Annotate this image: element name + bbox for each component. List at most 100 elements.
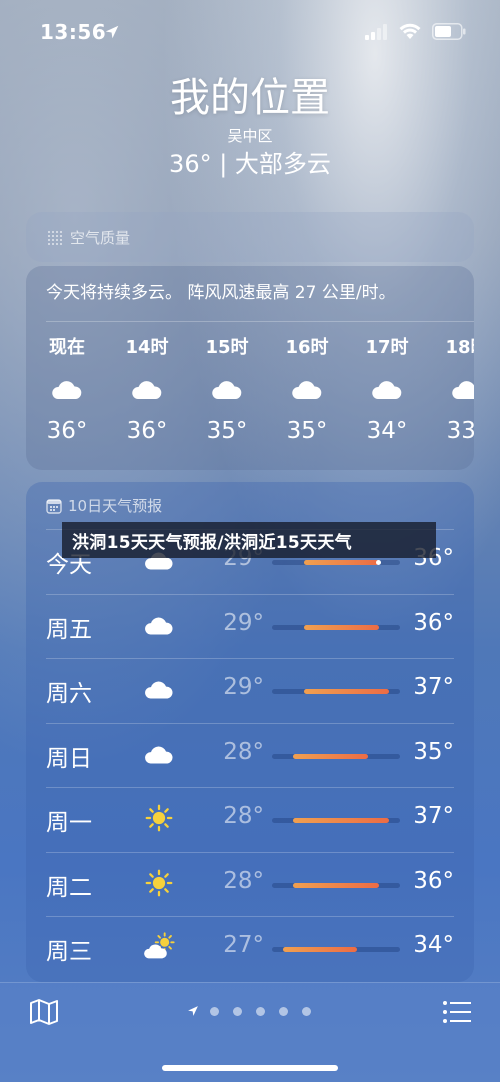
row-divider bbox=[46, 658, 454, 659]
home-indicator[interactable] bbox=[162, 1065, 338, 1071]
row-divider bbox=[46, 787, 454, 788]
hourly-temp: 35° bbox=[206, 418, 248, 444]
hourly-time: 现在 bbox=[49, 337, 85, 358]
current-location-icon bbox=[188, 1006, 198, 1016]
temp-range-track bbox=[272, 560, 400, 565]
battery-icon bbox=[432, 23, 466, 40]
hourly-temp: 36° bbox=[126, 418, 168, 444]
low-temp: 29° bbox=[223, 674, 264, 700]
temp-range-bar bbox=[293, 882, 379, 888]
daily-row[interactable]: 周六 29° 37° bbox=[26, 658, 474, 722]
hourly-item: 16时 35° bbox=[267, 336, 347, 446]
temp-range-bar bbox=[293, 818, 390, 823]
hourly-forecast-card[interactable]: 今天将持续多云。 阵风风速最高 27 公里/时。 现在 36° 14时 36° 15时 3… bbox=[26, 266, 474, 470]
high-temp: 37° bbox=[413, 674, 454, 700]
temp-range-track bbox=[272, 818, 400, 823]
low-temp: 29° bbox=[223, 609, 264, 636]
cloud-icon bbox=[52, 381, 82, 399]
temp-range-track bbox=[272, 624, 400, 630]
high-temp: 35° bbox=[413, 738, 454, 765]
daily-forecast-title: 10日天气预报 bbox=[68, 497, 163, 515]
row-divider bbox=[46, 851, 454, 853]
status-time: 13:56 bbox=[40, 20, 107, 44]
page-dot[interactable] bbox=[256, 1006, 265, 1016]
low-temp: 28° bbox=[223, 738, 264, 765]
hourly-time: 18时 bbox=[445, 337, 474, 358]
daily-row[interactable]: 周三 27° 34° bbox=[26, 916, 474, 980]
page-dot[interactable] bbox=[233, 1006, 242, 1016]
partly-cloudy-icon bbox=[144, 932, 175, 959]
cloud-icon bbox=[292, 381, 322, 399]
hourly-temp: 36° bbox=[46, 418, 88, 444]
page-dot[interactable] bbox=[302, 1006, 311, 1016]
temp-range-track bbox=[272, 689, 400, 694]
list-icon[interactable] bbox=[442, 999, 472, 1025]
divider bbox=[46, 321, 474, 322]
hourly-temp: 35° bbox=[286, 418, 328, 444]
hourly-time: 16时 bbox=[285, 337, 329, 358]
air-quality-card[interactable]: 空气质量 bbox=[26, 212, 474, 262]
cloud-icon bbox=[145, 617, 173, 634]
temp-range-bar bbox=[282, 947, 358, 952]
high-temp: 34° bbox=[413, 932, 454, 958]
district-name: 吴中区 bbox=[227, 127, 273, 145]
hourly-time: 15时 bbox=[205, 337, 249, 358]
cloud-icon bbox=[452, 381, 474, 399]
wifi-icon bbox=[399, 23, 421, 39]
hourly-description: 今天将持续多云。 阵风风速最高 27 公里/时。 bbox=[46, 283, 396, 303]
temp-range-bar bbox=[304, 624, 379, 630]
location-title: 我的位置 bbox=[170, 75, 330, 121]
temp-range-bar bbox=[293, 753, 368, 759]
cloud-icon bbox=[132, 381, 162, 399]
high-temp: 36° bbox=[413, 867, 454, 894]
temp-range-track bbox=[272, 947, 400, 952]
day-label: 周六 bbox=[46, 681, 92, 707]
day-label: 周一 bbox=[46, 810, 92, 836]
day-label: 周二 bbox=[46, 874, 92, 901]
temp-range-bar bbox=[304, 689, 390, 694]
row-divider bbox=[46, 722, 454, 724]
day-label: 周五 bbox=[46, 616, 92, 643]
high-temp: 36° bbox=[413, 609, 454, 636]
daily-row[interactable]: 周二 28° 36° bbox=[26, 851, 474, 916]
cloud-icon bbox=[212, 381, 242, 399]
low-temp: 28° bbox=[223, 867, 264, 894]
location-header: 我的位置 吴中区 36° | 大部多云 bbox=[0, 70, 500, 180]
hourly-item: 15时 35° bbox=[187, 336, 267, 446]
page-dot[interactable] bbox=[279, 1006, 288, 1016]
page-indicator[interactable] bbox=[186, 1003, 325, 1019]
weather-screen: 13:56 我的位置 吴中区 36° | 大部多云 空气质量 今天将持续多云。 … bbox=[0, 0, 500, 1082]
map-icon[interactable] bbox=[28, 997, 60, 1027]
location-arrow-icon bbox=[105, 25, 119, 39]
temp-range-bar bbox=[304, 560, 379, 565]
low-temp: 27° bbox=[223, 932, 264, 958]
status-bar: 13:56 bbox=[0, 20, 500, 50]
sun-icon bbox=[145, 804, 173, 832]
hourly-row[interactable]: 现在 36° 14时 36° 15时 35° 16时 35° 17时 34° 18时 33° bbox=[26, 336, 474, 456]
cloud-icon bbox=[372, 381, 402, 399]
caption-text: 洪洞15天天气预报/洪洞近15天天气 bbox=[72, 533, 352, 553]
high-temp: 37° bbox=[413, 803, 454, 829]
daily-row[interactable]: 周一 28° 37° bbox=[26, 787, 474, 851]
current-temp-dot bbox=[376, 560, 382, 565]
hourly-temp: 34° bbox=[366, 418, 408, 444]
cellular-signal-icon bbox=[365, 24, 387, 40]
hourly-time: 17时 bbox=[365, 337, 409, 358]
hourly-time: 14时 bbox=[125, 337, 169, 358]
air-quality-label: 空气质量 bbox=[70, 229, 131, 247]
hourly-item: 14时 36° bbox=[107, 336, 187, 446]
caption-banner: 洪洞15天天气预报/洪洞近15天天气 bbox=[62, 522, 436, 558]
row-divider bbox=[46, 916, 454, 917]
day-label: 周日 bbox=[46, 745, 92, 772]
hourly-item: 17时 34° bbox=[347, 336, 427, 446]
page-dot[interactable] bbox=[210, 1006, 219, 1016]
cloud-icon bbox=[145, 681, 173, 699]
temp-range-track bbox=[272, 882, 400, 888]
daily-row[interactable]: 周五 29° 36° bbox=[26, 593, 474, 658]
air-quality-header: 空气质量 bbox=[46, 227, 130, 248]
row-divider bbox=[46, 593, 454, 595]
bottom-toolbar bbox=[0, 982, 500, 1082]
temp-range-track bbox=[272, 753, 400, 759]
hourly-temp: 33° bbox=[446, 418, 474, 444]
daily-row[interactable]: 周日 28° 35° bbox=[26, 722, 474, 787]
